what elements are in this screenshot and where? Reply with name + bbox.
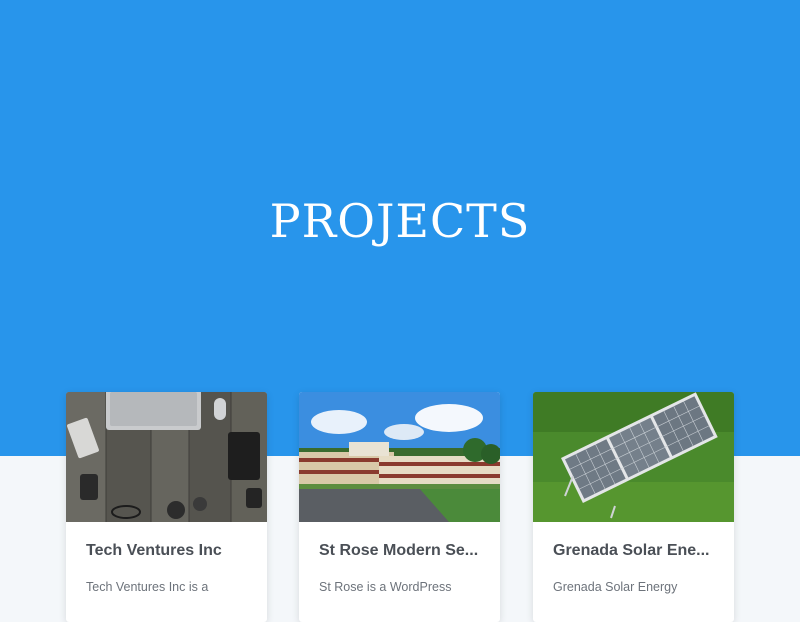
project-title[interactable]: Grenada Solar Ene...	[553, 542, 718, 560]
solar-panel-on-grass-photo	[533, 392, 734, 522]
project-thumbnail[interactable]	[299, 392, 500, 522]
school-building-photo	[299, 392, 500, 522]
project-excerpt: Grenada Solar Energy	[553, 580, 678, 594]
project-excerpt: Tech Ventures Inc is a	[86, 580, 209, 594]
hero-banner: PROJECTS	[0, 0, 800, 456]
project-card[interactable]: Grenada Solar Ene... Grenada Solar Energ…	[533, 392, 734, 622]
project-card[interactable]: Tech Ventures Inc Tech Ventures Inc is a	[66, 392, 267, 622]
project-excerpt: St Rose is a WordPress	[319, 580, 452, 594]
wooden-desk-with-laptop-photo	[66, 392, 267, 522]
project-thumbnail[interactable]	[533, 392, 734, 522]
project-title[interactable]: Tech Ventures Inc	[86, 542, 251, 560]
project-title[interactable]: St Rose Modern Se...	[319, 542, 484, 560]
page-title: PROJECTS	[269, 194, 531, 248]
project-thumbnail[interactable]	[66, 392, 267, 522]
project-card[interactable]: St Rose Modern Se... St Rose is a WordPr…	[299, 392, 500, 622]
